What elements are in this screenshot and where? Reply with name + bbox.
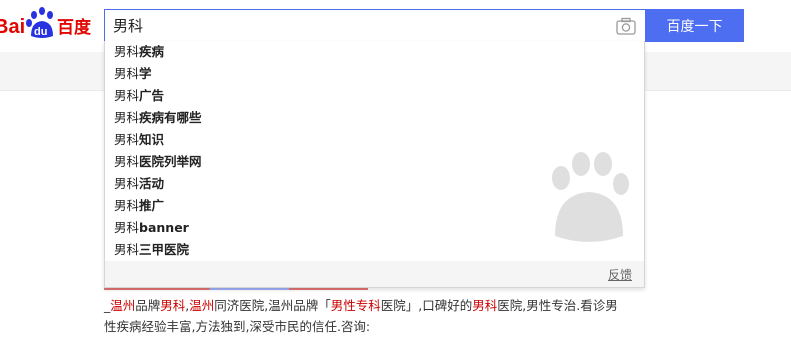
suggestion-completion: 学: [139, 66, 152, 81]
logo-text-cn: 百度: [57, 17, 92, 38]
snippet-highlight: 男科: [160, 298, 186, 313]
suggestion-prefix: 男科: [114, 110, 140, 125]
suggestion-completion: banner: [139, 220, 189, 235]
search-button[interactable]: 百度一下: [645, 9, 744, 42]
suggestion-prefix: 男科: [114, 176, 140, 191]
suggestion-prefix: 男科: [114, 242, 140, 257]
suggestion-completion: 推广: [139, 198, 165, 213]
suggestion-prefix: 男科: [114, 66, 140, 81]
suggestion-prefix: 男科: [114, 88, 140, 103]
logo-text-du: du: [34, 26, 47, 38]
snippet-highlight: 温州: [110, 298, 136, 313]
search-box: [104, 9, 645, 42]
snippet-text: 医院」,口碑好的: [380, 298, 473, 313]
suggestion-item[interactable]: 男科疾病: [105, 41, 644, 63]
search-input[interactable]: [105, 10, 605, 41]
camera-icon[interactable]: [616, 17, 636, 35]
feedback-link[interactable]: 反馈: [608, 266, 632, 283]
suggestion-completion: 医院列举网: [139, 154, 202, 169]
suggestion-completion: 疾病: [139, 44, 165, 59]
baidu-paw-icon: Bai du 百度: [0, 7, 92, 38]
snippet-text: 品牌: [135, 298, 161, 313]
snippet-line-1: _温州品牌男科,温州同济医院,温州品牌「男性专科医院」,口碑好的男科医院,男性专…: [104, 295, 664, 316]
suggestion-item[interactable]: 男科知识: [105, 129, 644, 151]
suggestion-prefix: 男科: [114, 44, 140, 59]
suggestion-item[interactable]: 男科学: [105, 63, 644, 85]
snippet-text: 同济医院,温州品牌「: [214, 298, 331, 313]
suggestion-prefix: 男科: [114, 132, 140, 147]
suggestion-prefix: 男科: [114, 154, 140, 169]
suggestion-completion: 广告: [139, 88, 165, 103]
suggestion-completion: 三甲医院: [139, 242, 190, 257]
snippet-line-2: 性疾病经验丰富,方法独到,深受市民的信任.咨询:: [104, 319, 371, 334]
snippet-highlight: 男科: [472, 298, 498, 313]
suggestion-prefix: 男科: [114, 198, 140, 213]
suggestion-completion: 知识: [139, 132, 165, 147]
logo-text-bai: Bai: [0, 16, 25, 38]
suggestion-item[interactable]: 男科疾病有哪些: [105, 107, 644, 129]
baidu-watermark-icon: [541, 150, 631, 250]
snippet-text: 医院,男性专治.看诊男: [497, 298, 618, 313]
search-result-snippet: _温州品牌男科,温州同济医院,温州品牌「男性专科医院」,口碑好的男科医院,男性专…: [104, 295, 664, 337]
suggestion-prefix: 男科: [114, 220, 140, 235]
snippet-highlight: 男性专科: [330, 298, 381, 313]
suggestion-completion: 疾病有哪些: [139, 110, 202, 125]
snippet-highlight: 温州: [189, 298, 215, 313]
baidu-logo[interactable]: Bai du 百度: [0, 6, 100, 42]
suggestion-completion: 活动: [139, 176, 165, 191]
suggestion-item[interactable]: 男科广告: [105, 85, 644, 107]
dropdown-footer: 反馈: [105, 261, 644, 287]
